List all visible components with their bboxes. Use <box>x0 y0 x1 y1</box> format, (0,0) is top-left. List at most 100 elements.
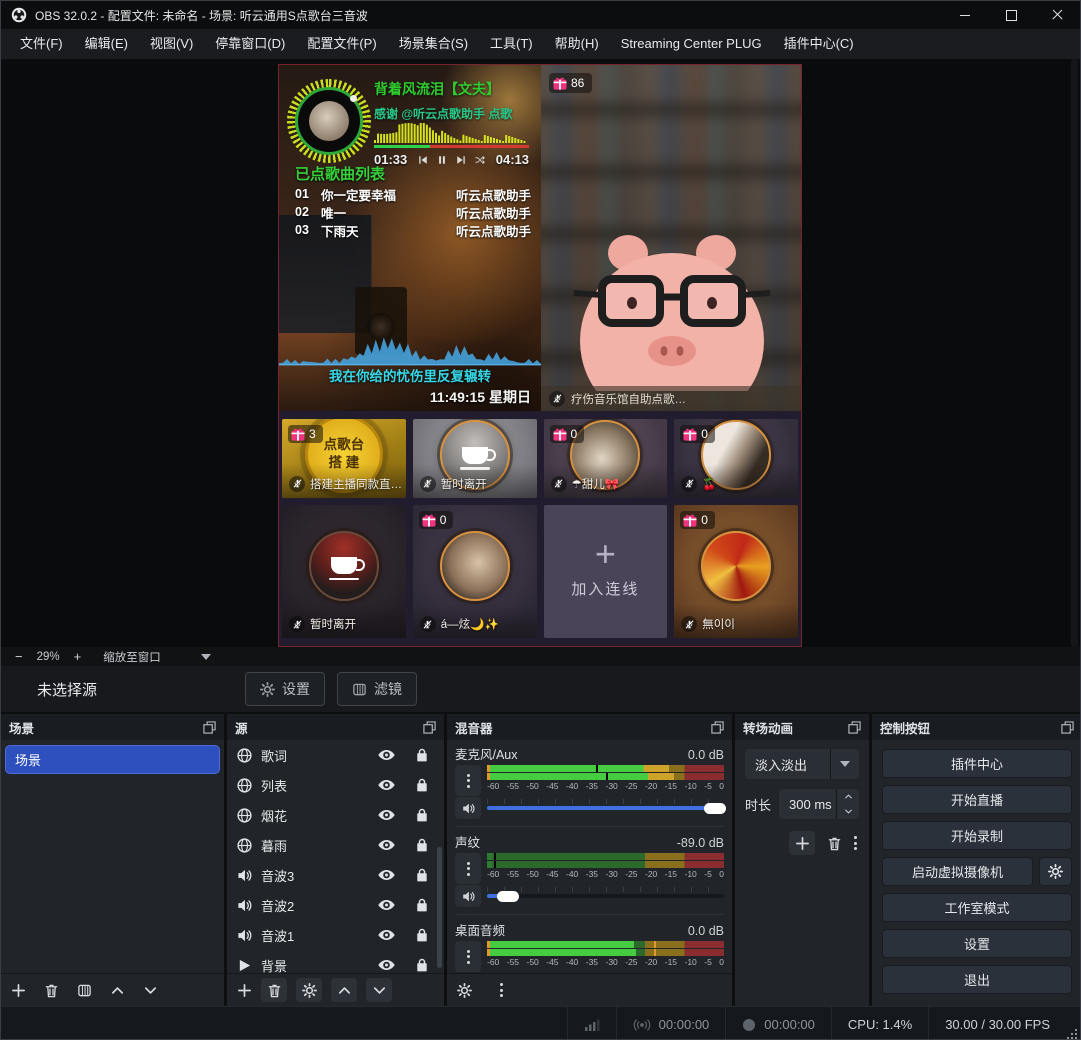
fit-to-window-label[interactable]: 缩放至窗口 <box>103 649 161 665</box>
visibility-eye-icon[interactable] <box>378 839 395 851</box>
lock-icon[interactable] <box>416 838 428 852</box>
shuffle-icon <box>475 155 485 165</box>
menu-scene-collection[interactable]: 场景集合(S) <box>388 29 479 59</box>
popout-icon[interactable] <box>1061 721 1074 734</box>
studio-mode-button[interactable]: 工作室模式 <box>882 893 1072 922</box>
popout-icon[interactable] <box>423 721 436 734</box>
source-row[interactable]: 背景 <box>227 950 444 973</box>
lock-icon[interactable] <box>416 808 428 822</box>
plugin-center-button[interactable]: 插件中心 <box>882 749 1072 778</box>
scene-move-up-button[interactable] <box>110 983 125 998</box>
preview-area[interactable]: 背着风流泪【文夫】 感谢 @听云点歌助手 点歌 01:33 04:13 <box>1 59 1080 647</box>
visibility-eye-icon[interactable] <box>378 809 395 821</box>
resize-grip[interactable] <box>1067 1029 1077 1039</box>
volume-slider[interactable] <box>487 797 724 819</box>
settings-button[interactable]: 设置 <box>882 929 1072 958</box>
menu-plugin-center[interactable]: 插件中心(C) <box>773 29 865 59</box>
add-source-button[interactable] <box>237 983 252 998</box>
start-virtual-camera-button[interactable]: 启动虚拟摄像机 <box>882 857 1033 886</box>
sources-scrollbar[interactable] <box>435 740 442 973</box>
channel-options-button[interactable] <box>455 853 481 884</box>
source-row[interactable]: 音波1 <box>227 920 444 950</box>
mute-button[interactable] <box>455 885 481 907</box>
vu-meter <box>487 949 724 956</box>
transition-select[interactable]: 淡入淡出 <box>745 749 859 779</box>
exit-button[interactable]: 退出 <box>882 965 1072 994</box>
lock-icon[interactable] <box>416 778 428 792</box>
zoom-in-button[interactable]: + <box>74 649 82 664</box>
maximize-button[interactable] <box>988 1 1034 29</box>
source-row[interactable]: 烟花 <box>227 800 444 830</box>
menu-view[interactable]: 视图(V) <box>139 29 204 59</box>
remove-source-button[interactable] <box>261 978 287 1002</box>
add-transition-button[interactable] <box>789 831 815 855</box>
visibility-eye-icon[interactable] <box>378 899 395 911</box>
duration-input[interactable]: 300 ms <box>779 789 859 819</box>
visibility-eye-icon[interactable] <box>378 749 395 761</box>
source-row[interactable]: 暮雨 <box>227 830 444 860</box>
scene-list-item-selected[interactable]: 场景 <box>5 745 220 774</box>
visibility-eye-icon[interactable] <box>378 869 395 881</box>
source-move-up-button[interactable] <box>331 978 357 1002</box>
remove-transition-button[interactable] <box>827 836 842 851</box>
lyric-line: 我在你给的忧伤里反复辗转 <box>279 365 541 385</box>
preview-scrollbar[interactable] <box>1071 59 1078 647</box>
popout-icon[interactable] <box>848 721 861 734</box>
mixer-options-button[interactable] <box>500 983 503 997</box>
mixer-dock-header[interactable]: 混音器 <box>447 714 732 740</box>
lock-icon[interactable] <box>416 898 428 912</box>
popout-icon[interactable] <box>711 721 724 734</box>
vu-meter <box>487 941 724 948</box>
scene-filters-button[interactable] <box>77 983 92 998</box>
menu-edit[interactable]: 编辑(E) <box>74 29 139 59</box>
channel-options-button[interactable] <box>455 765 481 796</box>
mixer-dock-toolbar <box>447 973 732 1006</box>
program-canvas[interactable]: 背着风流泪【文夫】 感谢 @听云点歌助手 点歌 01:33 04:13 <box>279 65 801 646</box>
source-row[interactable]: 歌词 <box>227 740 444 770</box>
advanced-audio-button[interactable] <box>457 983 472 998</box>
menu-streaming-center[interactable]: Streaming Center PLUG <box>610 29 773 59</box>
controls-dock-header[interactable]: 控制按钮 <box>872 714 1081 740</box>
mic-muted-icon <box>551 476 567 492</box>
source-properties-button[interactable]: 设置 <box>245 672 325 706</box>
transition-options-button[interactable] <box>854 836 857 850</box>
virtual-camera-settings-button[interactable] <box>1039 857 1072 886</box>
visibility-eye-icon[interactable] <box>378 779 395 791</box>
duration-up-button[interactable] <box>837 789 859 804</box>
menu-tools[interactable]: 工具(T) <box>479 29 544 59</box>
source-row[interactable]: 音波3 <box>227 860 444 890</box>
visibility-eye-icon[interactable] <box>378 929 395 941</box>
scenes-dock-header[interactable]: 场景 <box>1 714 224 740</box>
start-recording-button[interactable]: 开始录制 <box>882 821 1072 850</box>
menu-profile[interactable]: 配置文件(P) <box>296 29 387 59</box>
gift-count-badge: 0 <box>550 425 585 443</box>
visibility-eye-icon[interactable] <box>378 959 395 971</box>
source-properties-button[interactable] <box>296 978 322 1002</box>
mute-button[interactable] <box>455 797 481 819</box>
volume-slider[interactable] <box>487 885 724 907</box>
duration-down-button[interactable] <box>837 804 859 819</box>
transitions-dock-header[interactable]: 转场动画 <box>735 714 869 740</box>
add-scene-button[interactable] <box>11 983 26 998</box>
source-row[interactable]: 列表 <box>227 770 444 800</box>
menu-file[interactable]: 文件(F) <box>9 29 74 59</box>
source-filters-button[interactable]: 滤镜 <box>337 672 417 706</box>
lock-icon[interactable] <box>416 928 428 942</box>
scene-move-down-button[interactable] <box>143 983 158 998</box>
source-row[interactable]: 音波2 <box>227 890 444 920</box>
menu-help[interactable]: 帮助(H) <box>544 29 610 59</box>
close-button[interactable] <box>1034 1 1080 29</box>
menu-docks[interactable]: 停靠窗口(D) <box>204 29 296 59</box>
remove-scene-button[interactable] <box>44 983 59 998</box>
sources-dock-header[interactable]: 源 <box>227 714 444 740</box>
zoom-dropdown-arrow-icon[interactable] <box>201 654 211 660</box>
lock-icon[interactable] <box>416 958 428 972</box>
start-streaming-button[interactable]: 开始直播 <box>882 785 1072 814</box>
channel-options-button[interactable] <box>455 941 481 972</box>
minimize-button[interactable] <box>942 1 988 29</box>
lock-icon[interactable] <box>416 868 428 882</box>
zoom-out-button[interactable]: − <box>15 649 23 664</box>
source-move-down-button[interactable] <box>366 978 392 1002</box>
popout-icon[interactable] <box>203 721 216 734</box>
lock-icon[interactable] <box>416 748 428 762</box>
